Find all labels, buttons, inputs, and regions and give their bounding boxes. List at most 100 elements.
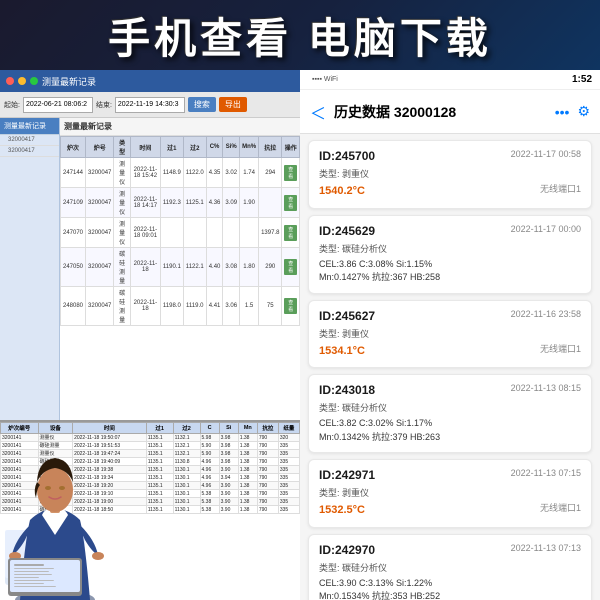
record-header-2: ID:245629 2022-11-17 00:00 (319, 224, 581, 238)
date-from-input[interactable] (23, 97, 93, 113)
view-btn-2[interactable]: 查看 (284, 195, 297, 211)
record-date-4: 2022-11-13 08:15 (511, 383, 581, 393)
record-id-6: ID:242970 (319, 543, 375, 557)
sidebar-item-latest[interactable]: 测量最新记录 (0, 118, 59, 135)
col-header-id: 炉号 (86, 137, 114, 158)
left-panel: 测量最新记录 起始: 结束: 搜索 导出 测量最新记录 32000417 320… (0, 70, 300, 600)
sheet-col-device: 设备 (38, 423, 73, 434)
col-header-si: Si% (223, 137, 240, 158)
view-btn-5[interactable]: 查看 (284, 298, 297, 314)
record-id-3: ID:245627 (319, 309, 375, 323)
record-port-1: 无线端口1 (540, 183, 581, 197)
record-chem2-4: Mn:0.1342% 抗拉:379 HB:263 (319, 431, 581, 445)
mobile-header: ＜ 历史数据 32000128 ••• ⚙ (300, 90, 600, 134)
col-header-s: 抗拉 (259, 137, 282, 158)
record-detail-3: 1534.1°C 无线端口1 (319, 343, 581, 360)
record-id-5: ID:242971 (319, 468, 375, 482)
maximize-btn[interactable] (30, 77, 38, 85)
record-detail-6: CEL:3.90 C:3.13% Si:1.22% Mn:0.1534% 抗拉:… (319, 577, 581, 600)
col-header-mn: Mn% (240, 137, 259, 158)
data-table: 炉次 炉号 类型 时间 过1 过2 C% Si% Mn% 抗拉 操作 (60, 136, 300, 326)
record-id-2: ID:245629 (319, 224, 375, 238)
sidebar-subitem-1[interactable]: 32000417 (0, 135, 59, 146)
banner-text: 手机查看 电脑下载 (108, 5, 492, 66)
record-port-3: 无线端口1 (540, 343, 581, 357)
record-date-3: 2022-11-16 23:58 (511, 309, 581, 319)
view-btn-4[interactable]: 查看 (284, 259, 297, 275)
main-area: 测量最新记录 起始: 结束: 搜索 导出 测量最新记录 32000417 320… (0, 70, 600, 600)
settings-icon[interactable]: ⚙ (577, 103, 590, 120)
close-btn[interactable] (6, 77, 14, 85)
record-card-3[interactable]: ID:245627 2022-11-16 23:58 类型: 剥重仪 1534.… (308, 300, 592, 369)
record-card-1[interactable]: ID:245700 2022-11-17 00:58 类型: 剥重仪 1540.… (308, 140, 592, 209)
record-chem-6: CEL:3.90 C:3.13% Si:1.22% (319, 577, 581, 591)
record-card-6[interactable]: ID:242970 2022-11-13 07:13 类型: 碳硅分析仪 CEL… (308, 534, 592, 600)
record-detail-1: 1540.2°C 无线端口1 (319, 183, 581, 200)
desktop-topbar: 测量最新记录 (0, 70, 300, 92)
mobile-title: 历史数据 32000128 (334, 102, 547, 122)
col-header-type: 类型 (114, 137, 131, 158)
topbar-title: 测量最新记录 (42, 75, 294, 88)
record-id-1: ID:245700 (319, 149, 375, 163)
record-detail-5: 1532.5°C 无线端口1 (319, 502, 581, 519)
view-btn-1[interactable]: 查看 (284, 165, 297, 181)
sheet-col-si: Si (219, 423, 238, 434)
sheet-col-id: 炉次编号 (1, 423, 39, 434)
record-detail-4: CEL:3.82 C:3.02% Si:1.17% Mn:0.1342% 抗拉:… (319, 417, 581, 444)
record-date-1: 2022-11-17 00:58 (511, 149, 581, 159)
record-temp-3: 1534.1°C (319, 345, 365, 357)
minimize-btn[interactable] (18, 77, 26, 85)
record-card-2[interactable]: ID:245629 2022-11-17 00:00 类型: 碳硅分析仪 CEL… (308, 215, 592, 294)
back-button[interactable]: ＜ (310, 100, 326, 124)
top-banner: 手机查看 电脑下载 (0, 0, 600, 70)
record-detail-2: CEL:3.86 C:3.08% Si:1.15% Mn:0.1427% 抗拉:… (319, 258, 581, 285)
table-row: 247109 3200047 测量仪 2022-11-18 14:17 1192… (61, 188, 300, 218)
record-type-3: 类型: 剥重仪 (319, 327, 581, 340)
record-date-2: 2022-11-17 00:00 (511, 224, 581, 234)
record-header-4: ID:243018 2022-11-13 08:15 (319, 383, 581, 397)
export-button[interactable]: 导出 (219, 97, 247, 112)
record-port-5: 无线端口1 (540, 502, 581, 516)
right-panel: ▪▪▪▪ WiFi 1:52 ＜ 历史数据 32000128 ••• ⚙ ID:… (300, 70, 600, 600)
date-to-label: 结束: (96, 100, 112, 110)
record-header-1: ID:245700 2022-11-17 00:58 (319, 149, 581, 163)
record-type-1: 类型: 剥重仪 (319, 167, 581, 180)
record-id-4: ID:243018 (319, 383, 375, 397)
sidebar-subitem-2[interactable]: 32000417 (0, 146, 59, 157)
sheet-col-time: 时间 (73, 423, 147, 434)
record-temp-1: 1540.2°C (319, 185, 365, 197)
col-header-action: 操作 (282, 137, 300, 158)
woman-svg (0, 440, 130, 600)
table-row: 247070 3200047 测量仪 2022-11-18 09:01 1397… (61, 218, 300, 248)
record-header-3: ID:245627 2022-11-16 23:58 (319, 309, 581, 323)
record-header-5: ID:242971 2022-11-13 07:15 (319, 468, 581, 482)
record-type-2: 类型: 碳硅分析仪 (319, 242, 581, 255)
record-chem2-6: Mn:0.1534% 抗拉:353 HB:252 (319, 590, 581, 600)
view-btn-3[interactable]: 查看 (284, 225, 297, 241)
search-button[interactable]: 搜索 (188, 97, 216, 112)
col-header-time: 时间 (130, 137, 160, 158)
sheet-col-t2: 过2 (173, 423, 200, 434)
record-card-5[interactable]: ID:242971 2022-11-13 07:15 类型: 剥重仪 1532.… (308, 459, 592, 528)
record-card-4[interactable]: ID:243018 2022-11-13 08:15 类型: 碳硅分析仪 CEL… (308, 374, 592, 453)
table-row: 247144 3200047 测量仪 2022-11-18 15:42 1148… (61, 158, 300, 188)
record-chem2-2: Mn:0.1427% 抗拉:367 HB:258 (319, 271, 581, 285)
date-from-label: 起始: (4, 100, 20, 110)
col-header-c2: 过2 (183, 137, 206, 158)
sheet-col-mn: Mn (238, 423, 257, 434)
more-button[interactable]: ••• (555, 104, 570, 120)
record-type-6: 类型: 碳硅分析仪 (319, 561, 581, 574)
sheet-col-kl: 抗拉 (257, 423, 278, 434)
sheet-col-c: C (200, 423, 219, 434)
date-to-input[interactable] (115, 97, 185, 113)
record-chem-4: CEL:3.82 C:3.02% Si:1.17% (319, 417, 581, 431)
woman-figure (0, 440, 130, 600)
record-date-6: 2022-11-13 07:13 (511, 543, 581, 553)
signal-icons: ▪▪▪▪ WiFi (308, 76, 569, 83)
mobile-records[interactable]: ID:245700 2022-11-17 00:58 类型: 剥重仪 1540.… (300, 134, 600, 600)
desktop-toolbar: 起始: 结束: 搜索 导出 (0, 92, 300, 118)
col-header-c1: 过1 (160, 137, 183, 158)
col-header-c3: C% (206, 137, 223, 158)
record-date-5: 2022-11-13 07:15 (511, 468, 581, 478)
record-chem-2: CEL:3.86 C:3.08% Si:1.15% (319, 258, 581, 272)
